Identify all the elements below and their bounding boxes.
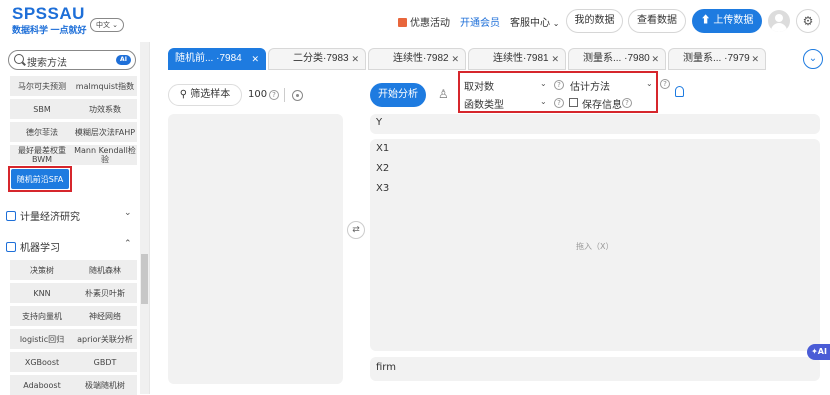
x-variable-item[interactable]: X3 [376,183,389,194]
firm-variable-label: firm [376,362,396,373]
search-input[interactable]: 搜索方法 AI [8,50,136,70]
y-variable-label: Y [376,117,383,128]
vip-link[interactable]: 开通会员 [460,14,500,29]
clean-icon[interactable]: ♙ [438,87,449,101]
gear-icon[interactable]: ⚙ [796,9,820,33]
search-icon [14,54,24,64]
help-icon[interactable]: ? [660,79,670,89]
tab-7979[interactable]: 测量系... ·7979 ✕ [668,48,766,70]
service-center-menu[interactable]: 客服中心 ⌄ [510,14,559,29]
help-icon[interactable]: ? [554,98,564,108]
function-type-select[interactable]: 函数类型 ⌄ [464,96,548,111]
method-item[interactable]: malmquist指数 [73,76,137,96]
view-data-button[interactable]: 查看数据 [628,9,686,33]
section-machine-learning[interactable]: 机器学习 [6,239,60,254]
upload-data-button[interactable]: ⬆ 上传数据 [692,9,762,33]
logo-slogan: 数据科学 一点就好 [12,25,87,35]
method-item[interactable]: 德尔菲法 [10,122,74,142]
chevron-down-icon: ⌄ [540,79,547,88]
close-icon[interactable]: ✕ [551,49,559,69]
tab-7980[interactable]: 测量系... ·7980 ✕ [568,48,666,70]
method-item[interactable]: 支持向量机 [10,306,74,326]
x-variable-item[interactable]: X2 [376,163,389,174]
list-icon [6,242,16,252]
close-icon[interactable]: ✕ [351,49,359,69]
chevron-down-icon: ⌄ [646,79,653,88]
help-icon[interactable]: ? [269,90,279,100]
start-analysis-button[interactable]: 开始分析 [370,83,426,107]
method-item[interactable]: 决策树 [10,260,74,280]
top-header: SPSSAU 数据科学 一点就好 中文 ⌄ 优惠活动 开通会员 客服中心 ⌄ 我… [0,0,830,42]
sidebar-scrollbar[interactable] [140,42,149,394]
grid-icon [6,211,16,221]
method-item[interactable]: logistic回归 [10,329,74,349]
filter-icon: ⚲ [179,89,188,100]
ai-badge[interactable]: AI [116,55,131,65]
variable-list-panel[interactable] [168,114,343,384]
method-item[interactable]: 功效系数 [73,99,137,119]
firm-drop-zone[interactable] [370,357,820,381]
divider [284,88,285,102]
promo-link[interactable]: 优惠活动 [398,14,450,29]
estimate-method-select[interactable]: 估计方法 ⌄ [570,78,654,93]
my-data-button[interactable]: 我的数据 [566,9,623,33]
section-econometrics[interactable]: 计量经济研究 [6,208,80,223]
method-item[interactable]: 最好最差权重BWM [10,145,74,165]
ai-assistant-button[interactable]: ✦AI [807,344,830,360]
method-item[interactable]: Adaboost [10,375,74,395]
method-item[interactable]: 模糊层次法FAHP [73,122,137,142]
help-icon[interactable]: ? [554,80,564,90]
method-item[interactable]: 朴素贝叶斯 [73,283,137,303]
method-item[interactable]: XGBoost [10,352,74,372]
radio-icon[interactable] [292,90,303,101]
method-item[interactable]: Mann Kendall检验 [73,145,137,165]
sparkle-icon: ✦ [811,347,818,356]
scrollbar-thumb[interactable] [141,254,148,304]
x-drop-placeholder: 拖入（X） [576,242,614,251]
close-icon[interactable]: ✕ [651,49,659,69]
method-item[interactable]: GBDT [73,352,137,372]
method-item[interactable]: aprior关联分析 [73,329,137,349]
save-info-checkbox[interactable] [569,98,578,107]
gift-icon [398,18,407,27]
method-item[interactable]: 神经网络 [73,306,137,326]
method-item[interactable]: 马尔可夫预测 [10,76,74,96]
tab-7983[interactable]: 二分类·7983 ✕ [268,48,366,70]
log-transform-select[interactable]: 取对数 ⌄ [464,78,548,93]
sample-count: 100 [248,89,268,100]
tab-7981[interactable]: 连续性·7981 ✕ [468,48,566,70]
x-variable-item[interactable]: X1 [376,143,389,154]
filter-sample-button[interactable]: ⚲ 筛选样本 [168,84,242,106]
chevron-up-icon[interactable]: ⌃ [124,239,132,249]
method-item-sfa[interactable]: 随机前沿SFA [11,169,69,189]
save-info-label: 保存信息 [582,100,622,111]
tab-7982[interactable]: 连续性·7982 ✕ [368,48,466,70]
lightbulb-icon[interactable] [675,86,684,97]
method-item[interactable]: 极端随机树 [73,375,137,395]
tab-7984[interactable]: 随机前... ·7984 ✕ [168,48,266,70]
close-icon[interactable]: ✕ [451,49,459,69]
help-icon[interactable]: ? [622,98,632,108]
close-icon[interactable]: ✕ [251,49,259,69]
chevron-down-icon: ⌄ [552,19,560,28]
chevron-down-icon[interactable]: ⌄ [124,208,132,218]
upload-icon: ⬆ [700,15,711,26]
close-icon[interactable]: ✕ [751,49,759,69]
chevron-down-icon: ⌄ [109,21,119,29]
chevron-down-icon: ⌄ [540,97,547,106]
avatar[interactable] [768,10,790,32]
language-select[interactable]: 中文 ⌄ [90,18,124,32]
y-drop-zone[interactable] [370,114,820,134]
logo[interactable]: SPSSAU [12,4,85,24]
chevron-down-icon[interactable]: ⌄ [803,49,823,69]
method-item[interactable]: 随机森林 [73,260,137,280]
method-item[interactable]: SBM [10,99,74,119]
method-item[interactable]: KNN [10,283,74,303]
swap-icon[interactable]: ⇄ [347,221,365,239]
